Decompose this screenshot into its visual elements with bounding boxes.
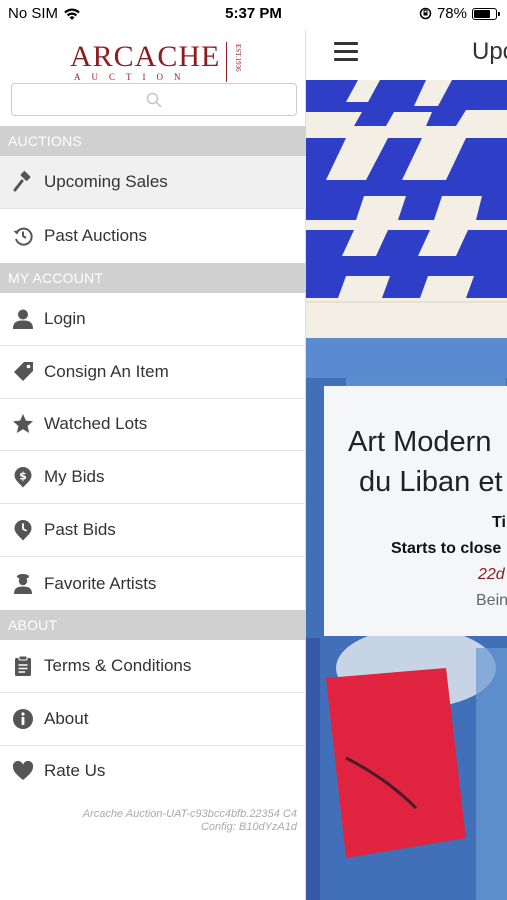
menu-item-consign[interactable]: Consign An Item (0, 346, 306, 398)
menu-item-about[interactable]: About (0, 693, 306, 745)
info-icon (12, 708, 34, 730)
menu-label-past-auctions: Past Auctions (44, 226, 148, 245)
divider (0, 556, 306, 557)
menu-item-past-bids[interactable]: Past Bids (0, 504, 306, 556)
menu-label-consign: Consign An Item (44, 362, 169, 381)
gavel-icon (12, 171, 34, 193)
menu-label-past-bids: Past Bids (44, 520, 116, 539)
search-icon (146, 92, 162, 107)
artwork-pattern (306, 80, 507, 338)
orientation-lock-icon (419, 7, 432, 20)
auction-subtitle: Ti (492, 514, 506, 531)
battery-fill (474, 9, 491, 18)
status-bar: No SIM 5:37 PM 78% (0, 0, 507, 30)
svg-text:$: $ (19, 470, 27, 483)
version-config: Config: B10dYzA1d (200, 821, 297, 833)
menu-item-upcoming-sales[interactable]: Upcoming Sales (0, 156, 306, 208)
section-my-account: MY ACCOUNT (0, 263, 306, 293)
clipboard-icon (12, 655, 34, 677)
menu-item-rate-us[interactable]: Rate Us (0, 745, 306, 797)
menu-item-terms[interactable]: Terms & Conditions (0, 640, 306, 692)
dollar-pin-icon: $ (12, 466, 34, 488)
menu-item-watched-lots[interactable]: Watched Lots (0, 398, 306, 450)
battery-percent: 78% (436, 5, 467, 22)
menu-item-my-bids[interactable]: $ My Bids (0, 451, 306, 503)
logo-divider (226, 42, 227, 82)
logo-est: EST.1936 (234, 44, 242, 72)
status-right: 78% (419, 5, 500, 22)
auction-location: Bein (476, 592, 507, 609)
hamburger-menu-icon[interactable] (334, 42, 358, 62)
battery-icon (472, 7, 500, 20)
menu-item-favorite-artists[interactable]: Favorite Artists (0, 558, 306, 610)
menu-label-favorite-artists: Favorite Artists (44, 574, 157, 593)
artist-icon (12, 573, 34, 595)
menu-label-upcoming-sales: Upcoming Sales (44, 172, 168, 191)
logo-sub: AUCTION (74, 72, 192, 82)
star-icon (12, 413, 34, 435)
section-auctions: AUCTIONS (0, 126, 306, 156)
main-content: Upc Art Modern du Liban et Ti Starts to … (306, 30, 507, 900)
divider (0, 208, 306, 209)
side-drawer: ARCACHE AUCTION EST.1936 AUCTIONS Upcomi… (0, 30, 306, 900)
clock-pin-icon (12, 519, 34, 541)
menu-label-my-bids: My Bids (44, 467, 105, 486)
menu-label-rate-us: Rate Us (44, 761, 106, 780)
section-about: ABOUT (0, 610, 306, 640)
top-bar: Upc (306, 30, 507, 80)
arcache-logo: ARCACHE AUCTION EST.1936 (70, 38, 250, 82)
menu-item-login[interactable]: Login (0, 293, 306, 345)
version-info: Arcache Auction-UAT-c93bcc4bfb.22354 C4 … (7, 808, 297, 834)
auction-title-line1: Art Modern (348, 426, 492, 458)
version-build: Arcache Auction-UAT-c93bcc4bfb.22354 C4 (82, 808, 297, 820)
auction-countdown: 22d (478, 566, 505, 583)
auction-title-line2: du Liban et (359, 466, 503, 498)
auction-closing-label: Starts to close (391, 540, 502, 557)
search-field[interactable] (11, 83, 297, 116)
history-icon (12, 225, 34, 247)
heart-icon (12, 760, 34, 782)
page-title: Upc (472, 38, 507, 65)
user-icon (12, 308, 34, 330)
artwork-image-top[interactable] (306, 80, 507, 338)
auction-card[interactable]: Art Modern du Liban et Ti Starts to clos… (324, 386, 507, 636)
logo-brand: ARCACHE (70, 40, 221, 73)
menu-label-about: About (44, 709, 89, 728)
menu-label-terms: Terms & Conditions (44, 656, 192, 675)
menu-label-login: Login (44, 309, 86, 328)
tag-icon (12, 361, 34, 383)
menu-item-past-auctions[interactable]: Past Auctions (0, 210, 306, 262)
menu-label-watched-lots: Watched Lots (44, 414, 148, 433)
